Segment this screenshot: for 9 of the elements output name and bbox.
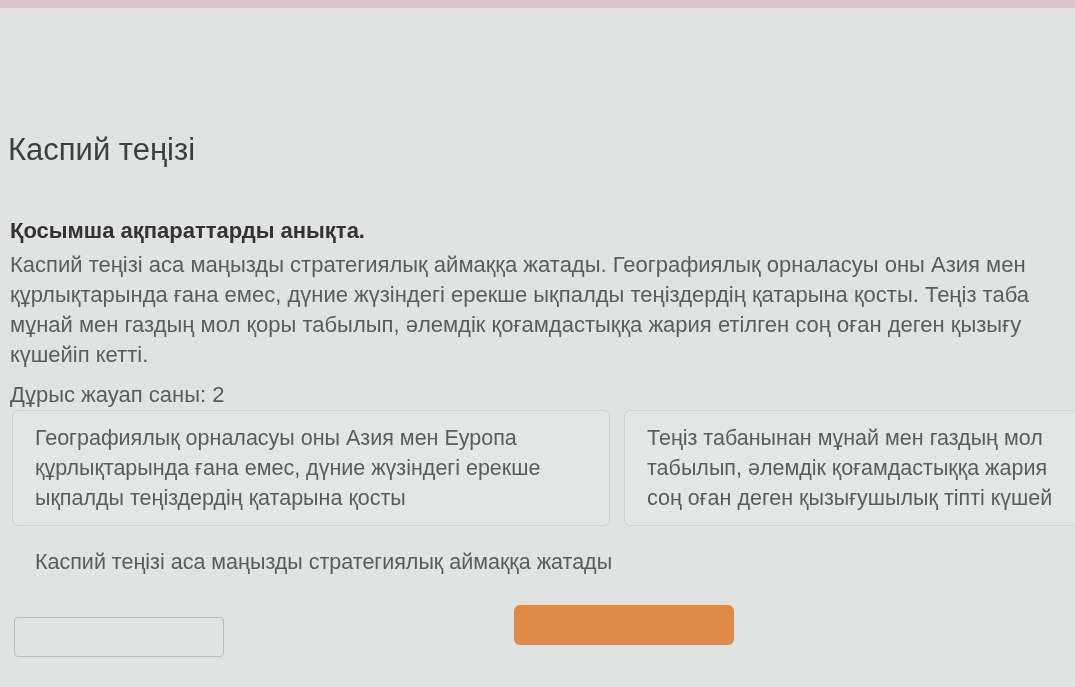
answer-option[interactable]: Каспий теңізі аса маңызды стратегиялық аймаққа жатады xyxy=(35,550,613,575)
instruction-text: Қосымша ақпараттарды анықта. xyxy=(10,218,365,244)
passage-text: Каспий теңізі аса маңызды стратегиялық аймаққа жатады. Географиялық орналасуы оны Азия мен құрлықтарында ғана емес, дүние жүзіндегі ерекше ықпалды теңіздердің қатарына қосты. Теңіз таба мұнай мен газдың мол қоры табылып, әлемдік қоғамдастыққа жария етілген соң оған деген қызығу күшейіп кетті. xyxy=(10,251,1029,369)
page-title: Каспий теңізі xyxy=(8,131,196,169)
outline-button[interactable] xyxy=(14,617,224,657)
answer-card[interactable]: Теңіз табанынан мұнай мен газдың мол табылып, әлемдік қоғамдастыққа жария соң оған деген қызығушылық тіпті күшей xyxy=(624,410,1075,526)
answer-count-text: Дұрыс жауап саны: 2 xyxy=(10,382,225,408)
answer-card[interactable]: Географиялық орналасуы оны Азия мен Еуропа құрлықтарында ғана емес, дүние жүзіндегі ерекше ықпалды теңіздердің қатарына қосты xyxy=(12,410,610,526)
submit-button[interactable] xyxy=(514,605,734,645)
